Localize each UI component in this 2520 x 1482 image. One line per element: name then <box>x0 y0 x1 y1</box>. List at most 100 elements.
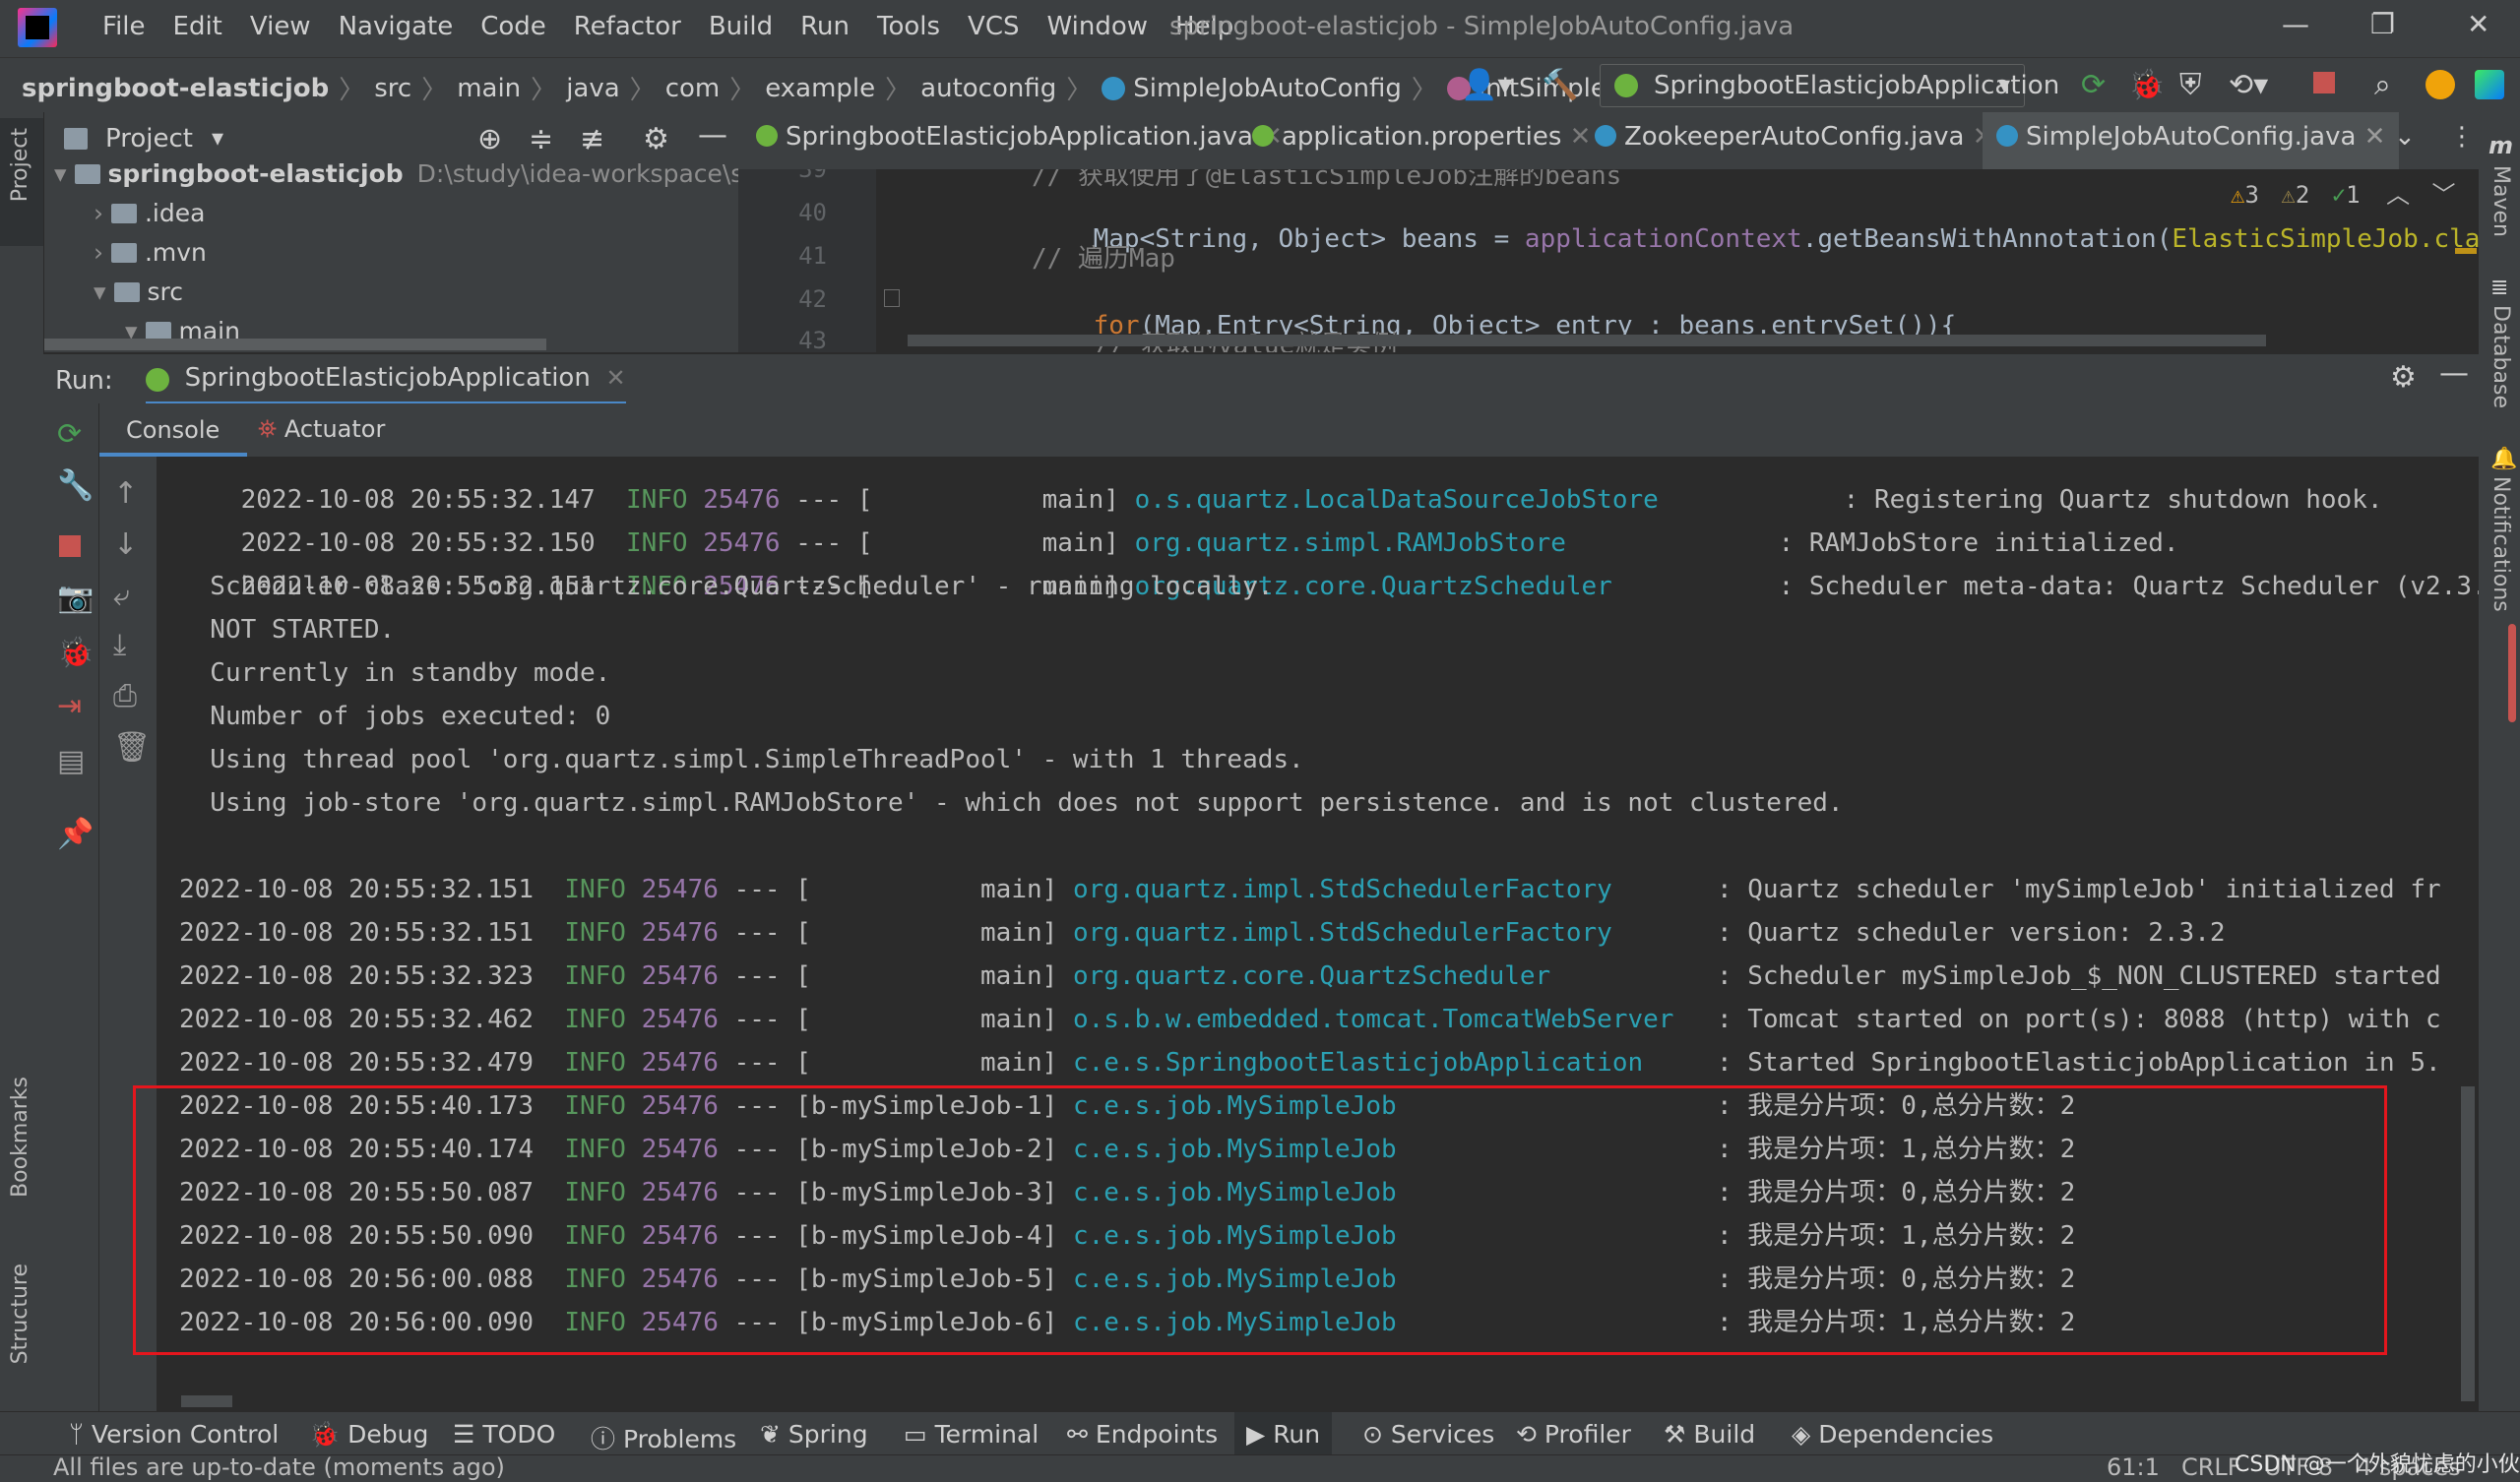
profiler-icon[interactable]: ⟲▾ <box>2229 68 2268 102</box>
run-configuration-select[interactable]: SpringbootElasticjobApplication ▾ <box>1600 64 2059 107</box>
tab-zookeeper-autoconfig[interactable]: ZookeeperAutoConfig.java ✕ <box>1595 122 1994 152</box>
coverage-icon[interactable]: ⛨ <box>2179 68 2202 102</box>
close-tab-icon[interactable]: ✕ <box>605 364 625 392</box>
layout-icon[interactable]: ▤ <box>57 744 85 778</box>
tree-item-src[interactable]: ▾ src <box>94 278 183 306</box>
update-icon[interactable] <box>2426 70 2455 99</box>
menu-vcs[interactable]: VCS <box>954 12 1033 41</box>
fold-icon[interactable] <box>884 289 900 307</box>
editor-horizontal-scrollbar[interactable] <box>908 335 2266 346</box>
notifications-stripe-label[interactable]: Notifications <box>2488 476 2513 612</box>
build-hammer-icon[interactable]: 🔨 <box>1542 68 1578 102</box>
restore-icon[interactable]: ❐ <box>2370 8 2395 40</box>
arrow-up-icon[interactable]: ↑ <box>113 476 138 511</box>
database-stripe-label[interactable]: Database <box>2488 305 2513 408</box>
trash-icon[interactable]: 🗑 <box>113 730 151 765</box>
error-stripe-mark[interactable] <box>2455 248 2477 254</box>
line-separator[interactable]: CRLF <box>2181 1455 2241 1481</box>
dependencies-button[interactable]: ◈ Dependencies <box>1792 1420 1993 1449</box>
more-options-icon[interactable]: ⋮ <box>2449 122 2475 152</box>
next-highlight-icon[interactable]: ﹀ <box>2432 181 2456 209</box>
hide-panel-icon[interactable]: — <box>698 118 727 153</box>
project-stripe-label[interactable]: Project <box>8 128 32 202</box>
chevron-down-icon[interactable]: ▾ <box>212 124 223 152</box>
menu-run[interactable]: Run <box>787 12 863 41</box>
code-editor[interactable]: 39 40 41 42 43 // 获取使用了@ElasticSimpleJob… <box>738 169 2479 352</box>
tab-application-properties[interactable]: application.properties ✕ <box>1252 122 1591 152</box>
structure-stripe-label[interactable]: Structure <box>8 1264 32 1364</box>
console-vertical-scrollbar[interactable] <box>2461 1086 2475 1401</box>
breadcrumb-project[interactable]: springboot-elasticjob <box>22 74 329 103</box>
menu-build[interactable]: Build <box>695 12 787 41</box>
close-icon[interactable]: ✕ <box>2467 8 2489 40</box>
tab-actuator[interactable]: ⛯ Actuator <box>258 415 385 443</box>
endpoints-button[interactable]: ⚯ Endpoints <box>1067 1420 1218 1449</box>
menu-file[interactable]: File <box>89 12 159 41</box>
rerun-icon[interactable]: ⟳ <box>2081 68 2106 102</box>
todo-button[interactable]: ☰ TODO <box>453 1420 555 1449</box>
camera-icon[interactable]: 📷 <box>57 581 94 615</box>
problems-button[interactable]: ⓘ Problems <box>591 1420 736 1455</box>
breadcrumb-java[interactable]: java <box>566 74 619 103</box>
status-message[interactable]: All files are up-to-date (moments ago) <box>53 1455 505 1481</box>
scroll-to-end-icon[interactable]: ⤓ <box>113 628 126 662</box>
menu-refactor[interactable]: Refactor <box>560 12 695 41</box>
terminal-button[interactable]: ▭ Terminal <box>904 1420 1039 1449</box>
collapse-all-icon[interactable]: ≢ <box>580 122 604 156</box>
tree-root[interactable]: ▾ springboot-elasticjob D:\study\idea-wo… <box>54 159 791 188</box>
gear-icon[interactable]: ⚙ <box>2390 360 2417 395</box>
previous-highlight-icon[interactable]: ︿ <box>2386 181 2410 209</box>
soft-wrap-icon[interactable]: ⤶ <box>113 579 130 613</box>
stop-icon[interactable] <box>59 535 81 557</box>
tab-list-chevron-icon[interactable]: ⌄ <box>2394 122 2416 152</box>
project-panel-title[interactable]: Project <box>105 124 193 154</box>
project-horizontal-scrollbar[interactable] <box>44 339 546 350</box>
user-icon[interactable]: 👤▾ <box>1461 68 1512 102</box>
menu-navigate[interactable]: Navigate <box>325 12 468 41</box>
breadcrumb-class[interactable]: SimpleJobAutoConfig <box>1133 74 1402 103</box>
exit-icon[interactable]: ⇥ <box>57 689 82 723</box>
breadcrumb-main[interactable]: main <box>457 74 521 103</box>
arrow-down-icon[interactable]: ↓ <box>113 527 138 562</box>
debug-icon[interactable]: 🐞 <box>57 636 94 670</box>
menu-code[interactable]: Code <box>467 12 560 41</box>
wrench-icon[interactable]: 🔧 <box>57 468 94 503</box>
menu-view[interactable]: View <box>236 12 325 41</box>
maven-stripe-label[interactable]: Maven <box>2488 165 2513 237</box>
toolbox-icon[interactable] <box>2475 70 2504 99</box>
locate-icon[interactable]: ⊕ <box>477 122 502 156</box>
tree-item-idea[interactable]: › .idea <box>94 199 205 227</box>
stop-icon[interactable] <box>2313 72 2335 93</box>
menu-edit[interactable]: Edit <box>159 12 236 41</box>
menu-tools[interactable]: Tools <box>863 12 954 41</box>
tab-console[interactable]: Console <box>98 403 248 457</box>
print-icon[interactable]: ⎙ <box>113 679 137 713</box>
console-horizontal-scrollbar[interactable] <box>181 1395 232 1407</box>
build-button[interactable]: ⚒ Build <box>1664 1420 1755 1449</box>
breadcrumb-autoconfig[interactable]: autoconfig <box>920 74 1056 103</box>
minimize-icon[interactable]: — <box>2282 8 2309 40</box>
menu-window[interactable]: Window <box>1034 12 1163 41</box>
gear-icon[interactable]: ⚙ <box>643 122 669 156</box>
breadcrumb-example[interactable]: example <box>765 74 875 103</box>
search-icon[interactable]: ⌕ <box>2374 68 2391 102</box>
close-tab-icon[interactable]: ✕ <box>1570 122 1592 152</box>
hide-panel-icon[interactable]: — <box>2439 356 2469 391</box>
inspection-widget[interactable]: ⚠3 ⚠2 ✓1 ︿ ﹀ <box>2225 175 2462 211</box>
run-tab[interactable]: SpringbootElasticjobApplication ✕ <box>146 354 626 405</box>
profiler-button[interactable]: ⟲ Profiler <box>1516 1420 1631 1449</box>
bookmarks-stripe-label[interactable]: Bookmarks <box>8 1077 32 1198</box>
version-control-button[interactable]: ᛘ Version Control <box>69 1420 279 1449</box>
spring-button[interactable]: ❦ Spring <box>760 1420 868 1449</box>
caret-position[interactable]: 61:1 <box>2107 1455 2160 1481</box>
tree-item-mvn[interactable]: › .mvn <box>94 238 207 267</box>
debug-icon[interactable]: 🐞 <box>2128 68 2165 102</box>
tab-springboot-application[interactable]: SpringbootElasticjobApplication.java ✕ <box>756 122 1283 152</box>
debug-button[interactable]: 🐞 Debug <box>309 1420 428 1450</box>
pin-icon[interactable]: 📌 <box>57 817 94 851</box>
breadcrumb-src[interactable]: src <box>374 74 411 103</box>
close-tab-icon[interactable]: ✕ <box>2364 122 2386 152</box>
expand-all-icon[interactable]: ≑ <box>529 122 553 156</box>
breadcrumb-com[interactable]: com <box>665 74 721 103</box>
rerun-icon[interactable]: ⟳ <box>57 417 82 452</box>
